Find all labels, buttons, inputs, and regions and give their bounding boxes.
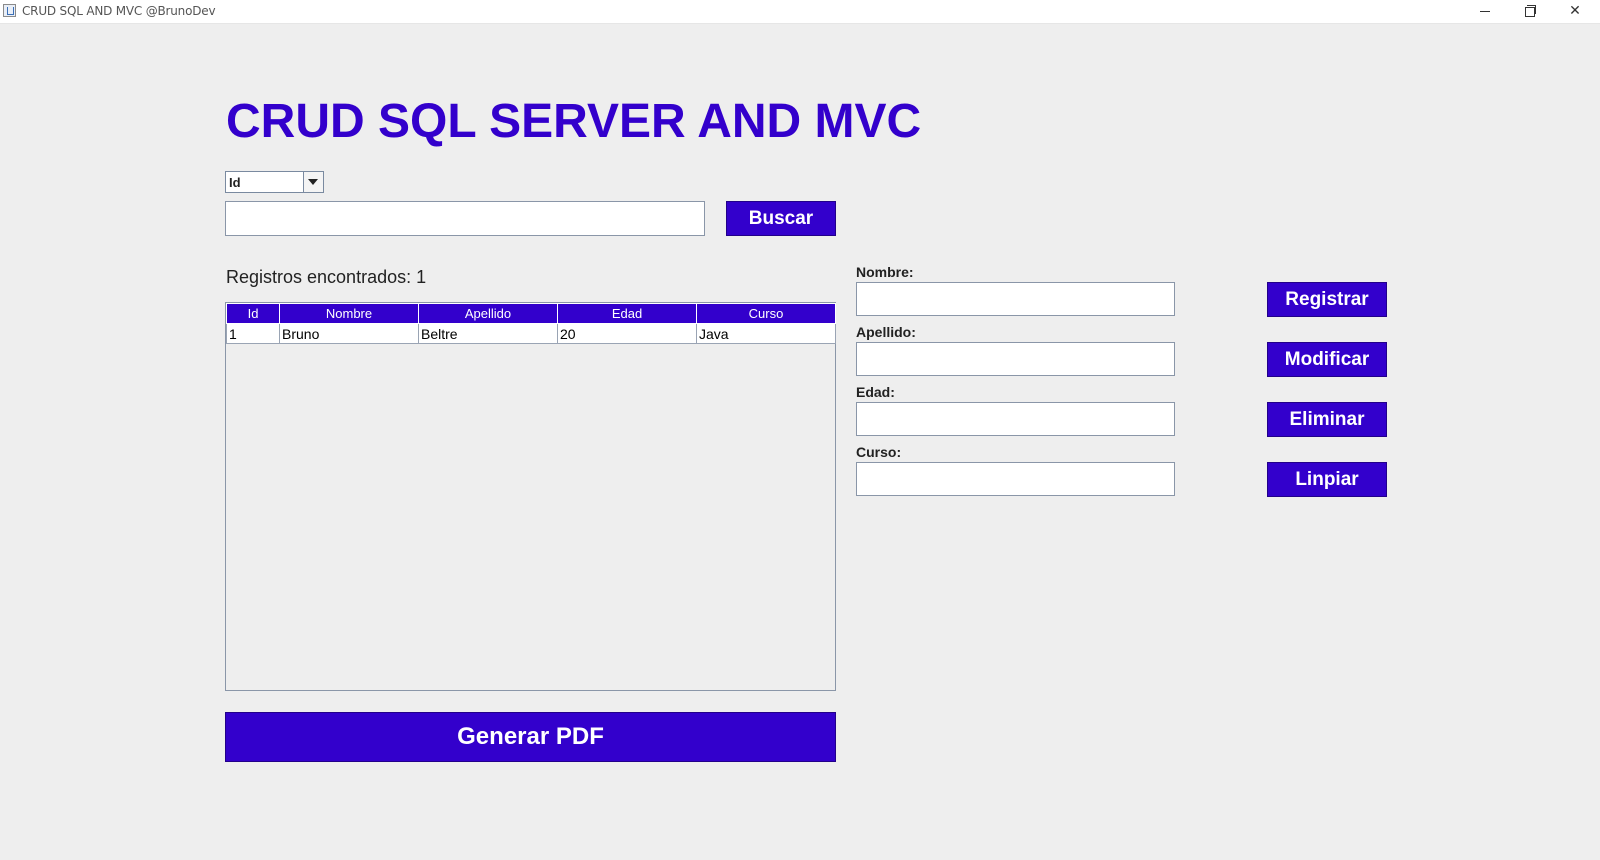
register-button[interactable]: Registrar: [1267, 282, 1387, 317]
column-header-apellido[interactable]: Apellido: [418, 303, 558, 324]
records-found-label: Registros encontrados: 1: [226, 267, 427, 287]
search-input[interactable]: [225, 201, 705, 236]
minimize-button[interactable]: [1462, 0, 1508, 22]
table-cell-id[interactable]: 1: [226, 323, 280, 344]
column-header-curso[interactable]: Curso: [696, 303, 836, 324]
curso-field[interactable]: [856, 462, 1175, 496]
window-title: CRUD SQL AND MVC @BrunoDev: [22, 4, 216, 18]
edad-label: Edad:: [856, 384, 895, 400]
generate-pdf-button[interactable]: Generar PDF: [225, 712, 836, 762]
table-cell-nombre[interactable]: Bruno: [279, 323, 419, 344]
table-cell-apellido[interactable]: Beltre: [418, 323, 558, 344]
table-cell-edad[interactable]: 20: [557, 323, 697, 344]
curso-label: Curso:: [856, 444, 902, 460]
search-filter-value: Id: [229, 175, 241, 190]
window-titlebar: CRUD SQL AND MVC @BrunoDev ✕: [0, 0, 1600, 24]
page-title: CRUD SQL SERVER AND MVC: [226, 95, 922, 148]
java-app-icon: [3, 4, 16, 17]
search-button[interactable]: Buscar: [726, 201, 836, 236]
close-button[interactable]: ✕: [1552, 0, 1598, 22]
nombre-label: Nombre:: [856, 264, 914, 280]
restore-button[interactable]: [1506, 0, 1552, 22]
nombre-field[interactable]: [856, 282, 1175, 316]
apellido-label: Apellido:: [856, 324, 916, 340]
table-cell-curso[interactable]: Java: [696, 323, 836, 344]
column-header-id[interactable]: Id: [226, 303, 280, 324]
column-header-edad[interactable]: Edad: [557, 303, 697, 324]
chevron-down-icon[interactable]: [303, 172, 323, 192]
apellido-field[interactable]: [856, 342, 1175, 376]
delete-button[interactable]: Eliminar: [1267, 402, 1387, 437]
records-table: Id Nombre Apellido Edad Curso 1 Bruno Be…: [226, 303, 836, 344]
search-filter-select[interactable]: Id: [225, 171, 324, 193]
table-header-row: Id Nombre Apellido Edad Curso: [226, 303, 836, 324]
edad-field[interactable]: [856, 402, 1175, 436]
column-header-nombre[interactable]: Nombre: [279, 303, 419, 324]
table-row[interactable]: 1 Bruno Beltre 20 Java: [226, 323, 836, 344]
clear-button[interactable]: Linpiar: [1267, 462, 1387, 497]
records-table-container[interactable]: Id Nombre Apellido Edad Curso 1 Bruno Be…: [225, 302, 836, 691]
modify-button[interactable]: Modificar: [1267, 342, 1387, 377]
